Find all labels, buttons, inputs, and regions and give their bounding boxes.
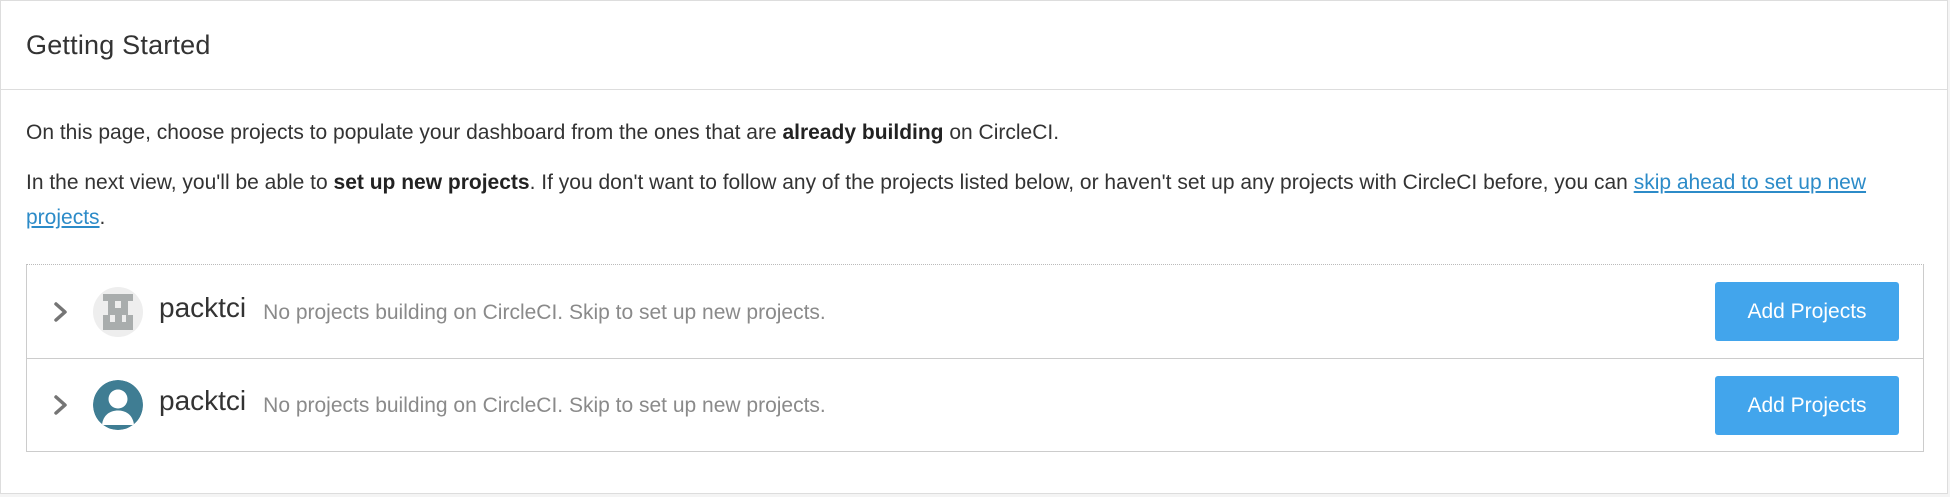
intro-2-text-after: . [99,206,106,229]
organization-row: packtci No projects building on CircleCI… [27,358,1923,451]
panel-body: On this page, choose projects to populat… [1,115,1947,452]
intro-2-text-middle: . If you don't want to follow any of the… [529,171,1634,194]
getting-started-panel: Getting Started On this page, choose pro… [0,0,1948,494]
identicon-avatar [93,286,143,337]
intro-2-text-before: In the next view, you'll be able to [26,171,334,194]
add-projects-button[interactable]: Add Projects [1715,282,1899,341]
organization-list: packtci No projects building on CircleCI… [26,264,1924,452]
page-title: Getting Started [26,29,211,60]
organization-status: No projects building on CircleCI. Skip t… [263,394,826,417]
organization-name: packtci [159,385,247,416]
intro-paragraph-2: In the next view, you'll be able to set … [26,165,1922,235]
organization-row: packtci No projects building on CircleCI… [27,265,1923,358]
organization-status: No projects building on CircleCI. Skip t… [263,300,826,324]
chevron-right-icon[interactable] [41,385,81,425]
intro-1-bold: already building [782,121,944,144]
intro-1-text-before: On this page, choose projects to populat… [26,121,783,144]
add-projects-button[interactable]: Add Projects [1715,376,1899,435]
intro-2-bold: set up new projects [333,171,530,194]
chevron-right-icon[interactable] [41,292,81,332]
organization-name: packtci [159,291,247,323]
intro-1-text-after: on CircleCI. [943,121,1060,144]
panel-header: Getting Started [1,1,1947,90]
intro-paragraph-1: On this page, choose projects to populat… [26,115,1922,150]
user-silhouette-avatar [93,380,143,430]
